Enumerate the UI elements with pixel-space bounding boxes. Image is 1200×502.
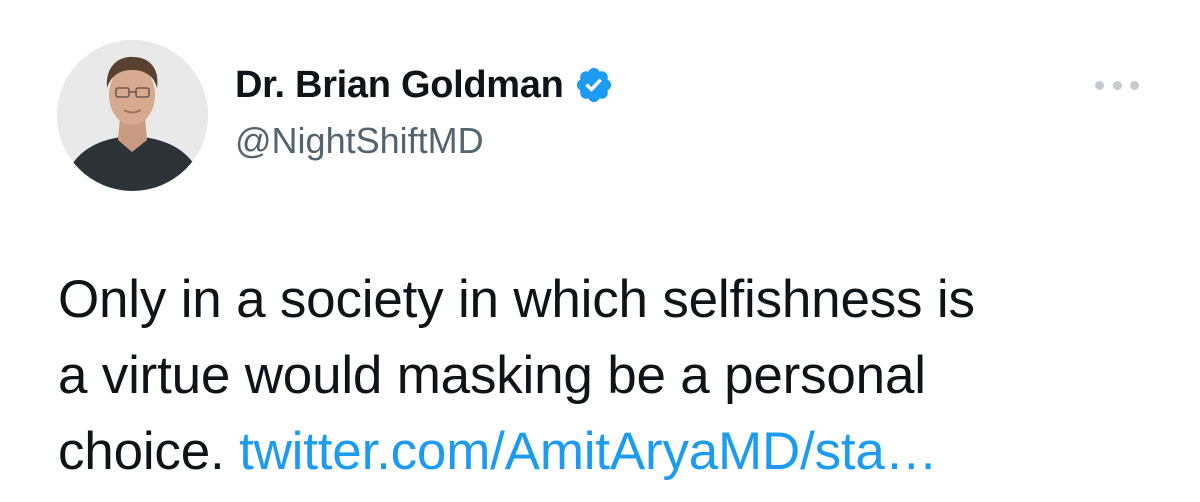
verified-badge-icon [574,65,614,105]
tweet-text-line-3-text: choice. [58,422,240,481]
more-dot [1095,80,1104,90]
name-row: Dr. Brian Goldman [235,62,614,108]
tweet-text-line-1: Only in a society in which selfishness i… [58,270,975,329]
more-options-icon[interactable] [1095,70,1139,100]
more-dot [1130,80,1139,90]
tweet-text-line-3: choice. twitter.com/AmitAryaMD/sta… [58,414,1168,490]
author-avatar[interactable] [57,40,208,191]
tweet-card: Dr. Brian Goldman @NightShiftMD Only in … [0,0,1200,502]
author-display-name[interactable]: Dr. Brian Goldman [235,64,564,107]
more-dot [1112,80,1122,90]
avatar-image [57,40,208,191]
tweet-body: Only in a society in which selfishness i… [58,262,1168,490]
author-info: Dr. Brian Goldman @NightShiftMD [235,62,614,162]
tweet-link[interactable]: twitter.com/AmitAryaMD/sta… [239,422,938,481]
author-handle[interactable]: @NightShiftMD [235,120,614,162]
tweet-text-line-2: a virtue would masking be a personal [58,346,926,405]
